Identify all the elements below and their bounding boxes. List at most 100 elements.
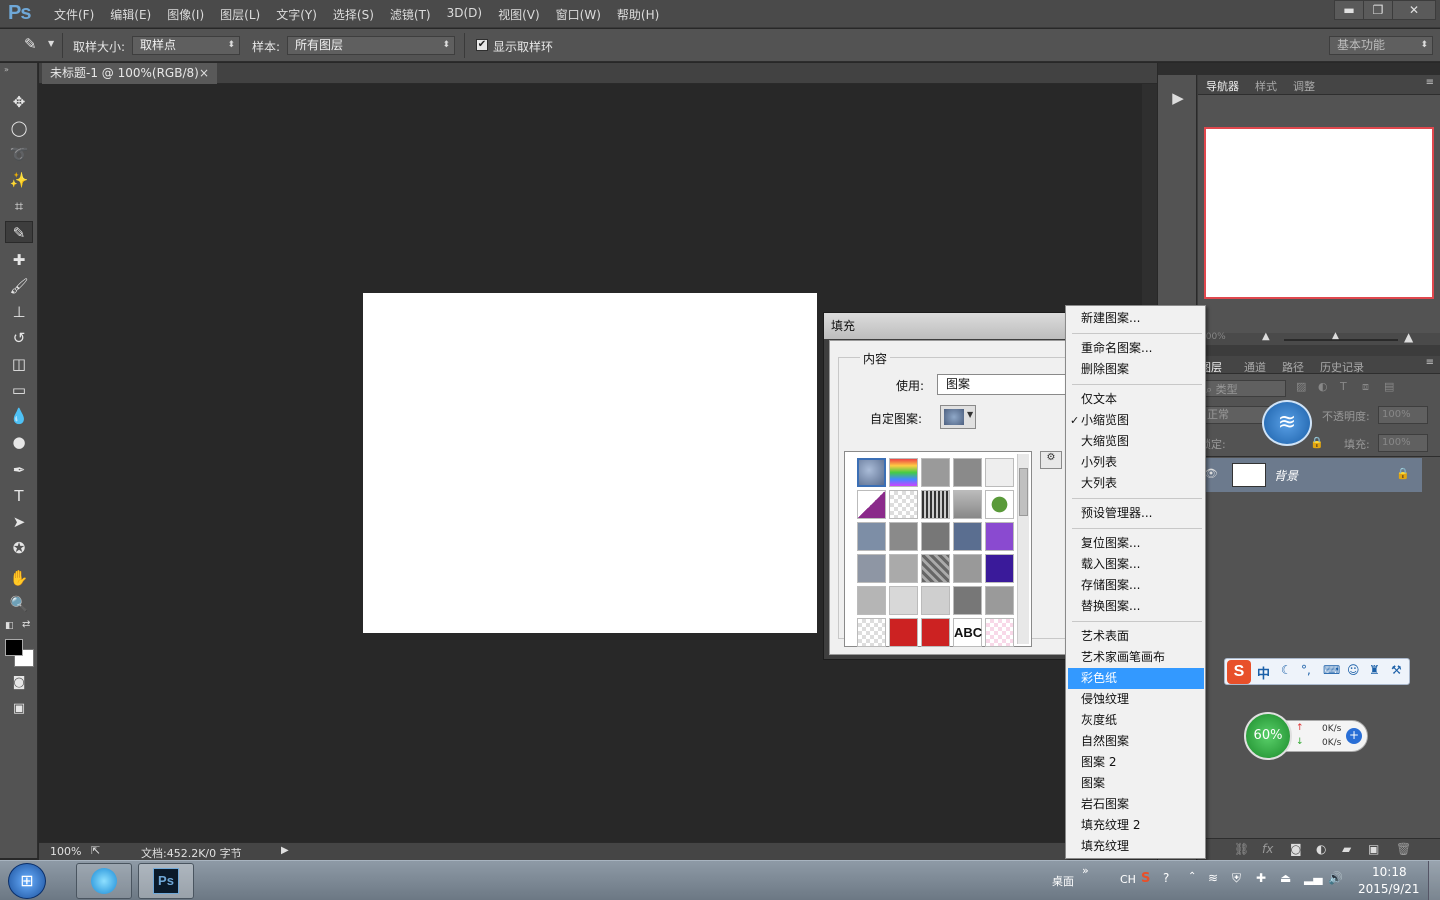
menu-item-pattern-set[interactable]: 灰度纸 [1068,710,1204,731]
pattern-gear-icon[interactable]: ⚙ [1040,451,1062,469]
filter-shape-icon[interactable]: ⧈ [1362,380,1369,394]
menu-item-replace-patterns[interactable]: 替换图案... [1068,596,1204,617]
pattern-swatch[interactable] [953,522,982,551]
menu-select[interactable]: 选择(S) [325,6,382,23]
menu-item-pattern-set[interactable]: 填充纹理 [1068,836,1204,857]
portrait-swatch[interactable] [889,618,918,647]
network-monitor-widget[interactable]: 60% ↑ ↓ 0K/s 0K/s + [1244,712,1370,760]
export-icon[interactable]: ⇱ [91,844,100,857]
pattern-swatch[interactable] [953,586,982,615]
chevron-icon[interactable]: » [1082,864,1089,877]
collapse-arrows-icon[interactable]: » [4,65,9,74]
move-tool-icon[interactable]: ✥ [5,91,33,113]
navigator-thumbnail[interactable] [1204,127,1434,299]
taskbar-photoshop[interactable]: Ps [138,863,194,899]
fill-dialog-title[interactable]: 填充 [824,313,1074,339]
filter-type-icon[interactable]: T [1340,380,1347,393]
custom-pattern-picker[interactable]: ▼ [940,405,976,429]
help-icon[interactable]: ? [1163,871,1169,885]
history-brush-icon[interactable]: ↺ [5,327,33,349]
pattern-swatch[interactable] [921,522,950,551]
gradient-tool-icon[interactable]: ▭ [5,379,33,401]
menu-item-pattern-set-highlighted[interactable]: 彩色纸 [1068,668,1204,689]
menu-3d[interactable]: 3D(D) [439,6,490,23]
menu-item-pattern-set[interactable]: 侵蚀纹理 [1068,689,1204,710]
pattern-swatch[interactable] [921,554,950,583]
wifi-icon[interactable]: ≋ [1262,400,1312,446]
crop-tool-icon[interactable]: ⌗ [5,195,33,217]
brush-tool-icon[interactable]: 🖌 [5,275,33,297]
tab-channels[interactable]: 通道 [1244,359,1266,375]
status-menu-arrow-icon[interactable]: ▶ [281,845,289,856]
sample-size-select[interactable]: 取样点 ⬍ [132,36,240,55]
blur-tool-icon[interactable]: 💧 [5,405,33,427]
moon-icon[interactable]: ☾ [1281,663,1292,677]
keyboard-icon[interactable]: ⌨ [1323,663,1340,677]
minimize-button[interactable]: ▬ [1334,0,1364,20]
shape-tool-icon[interactable]: ✪ [5,537,33,559]
menu-item-load-patterns[interactable]: 载入图案... [1068,554,1204,575]
menu-item-small-list[interactable]: 小列表 [1068,452,1204,473]
menu-item-save-patterns[interactable]: 存储图案... [1068,575,1204,596]
type-tool-icon[interactable]: T [5,485,33,507]
menu-item-large-list[interactable]: 大列表 [1068,473,1204,494]
marquee-tool-icon[interactable]: ◯ [5,117,33,139]
eye-icon[interactable]: 👁 [1204,467,1218,480]
removable-device-icon[interactable]: ⏏ [1280,871,1291,885]
portrait-swatch[interactable] [921,618,950,647]
magic-wand-icon[interactable]: ✨ [5,169,33,191]
panel-menu-icon[interactable]: ≡ [1426,77,1434,88]
wrench-icon[interactable]: ⚒ [1391,663,1402,677]
network-tray-icon[interactable]: ≋ [1208,871,1218,885]
volume-icon[interactable]: 🔊 [1328,871,1343,885]
pattern-swatch[interactable] [953,490,982,519]
sogou-logo-icon[interactable]: S [1227,660,1251,684]
menu-item-pattern-set[interactable]: 填充纹理 2 [1068,815,1204,836]
menu-item-large-thumbnail[interactable]: 大缩览图 [1068,431,1204,452]
menu-type[interactable]: 文字(Y) [268,6,325,23]
restore-button[interactable]: ❐ [1363,0,1393,20]
fx-icon[interactable]: fx [1262,842,1273,856]
pattern-swatch[interactable] [953,458,982,487]
filter-image-icon[interactable]: ▨ [1296,380,1306,393]
pattern-swatch[interactable] [921,586,950,615]
link-layers-icon[interactable]: ⛓ [1234,842,1249,856]
menu-layer[interactable]: 图层(L) [212,6,268,23]
foreground-color-swatch[interactable] [5,639,23,656]
zoom-out-icon[interactable]: ▲ [1262,331,1270,342]
scrollbar-thumb[interactable] [1019,468,1028,516]
fill-input[interactable]: 100% [1378,434,1428,452]
document-tab[interactable]: 未标题-1 @ 100%(RGB/8) × [42,63,217,84]
menu-item-new-pattern[interactable]: 新建图案... [1068,308,1204,329]
filter-adjustment-icon[interactable]: ◐ [1318,380,1328,393]
pattern-swatch[interactable] [985,522,1014,551]
pen-tool-icon[interactable]: ✒ [5,459,33,481]
screen-mode-icon[interactable]: ▣ [5,698,33,720]
pattern-scrollbar[interactable] [1017,454,1029,644]
tab-paths[interactable]: 路径 [1282,359,1304,375]
sample-select[interactable]: 所有图层 ⬍ [287,36,455,55]
play-icon[interactable]: ▶ [1166,89,1190,113]
pattern-swatch[interactable] [889,554,918,583]
lasso-tool-icon[interactable]: ➰ [5,143,33,165]
swap-colors-icon[interactable]: ⇄ [22,619,30,630]
zoom-tool-icon[interactable]: 🔍 [5,593,33,615]
menu-item-pattern-set[interactable]: 自然图案 [1068,731,1204,752]
close-tab-icon[interactable]: × [199,63,209,83]
new-group-icon[interactable]: ▰ [1342,842,1351,856]
pattern-swatch[interactable] [857,490,886,519]
menu-edit[interactable]: 编辑(E) [102,6,159,23]
use-select[interactable]: 图案 [937,374,1077,395]
pattern-swatch[interactable] [889,458,918,487]
pattern-swatch[interactable] [985,458,1014,487]
menu-item-text-only[interactable]: 仅文本 [1068,389,1204,410]
layer-name[interactable]: 背景 [1274,467,1298,484]
path-selection-icon[interactable]: ➤ [5,511,33,533]
pattern-swatch[interactable] [857,618,886,647]
clock-time[interactable]: 10:18 [1372,865,1407,879]
ime-mode-label[interactable]: 中 [1257,663,1270,682]
desktop-toolbar-label[interactable]: 桌面 [1052,873,1074,889]
layer-row[interactable]: 👁 背景 🔒 [1198,458,1422,492]
pattern-swatch[interactable] [921,458,950,487]
layer-filter-select[interactable]: ⌕ 类型 [1202,380,1286,397]
